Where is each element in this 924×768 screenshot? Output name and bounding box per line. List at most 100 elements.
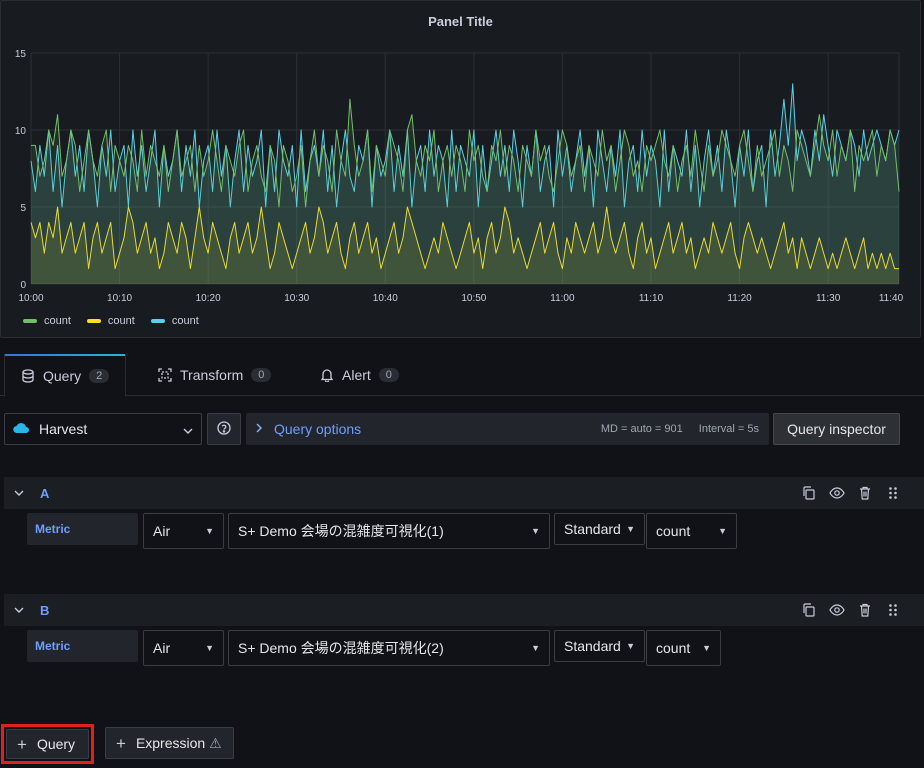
- x-tick-label: 11:40: [879, 293, 904, 304]
- query-row-actions: [801, 477, 901, 509]
- help-button[interactable]: [207, 413, 241, 445]
- datasource-name: Harvest: [39, 421, 88, 437]
- warning-icon: ⚠: [209, 734, 222, 751]
- tab-label: Alert: [342, 367, 371, 383]
- x-tick-label: 10:10: [107, 293, 132, 304]
- datasource-picker[interactable]: Harvest: [4, 413, 202, 445]
- tab-label: Query: [43, 368, 82, 384]
- legend-label: count: [44, 315, 71, 327]
- x-tick-label: 10:30: [284, 293, 309, 304]
- caret-down-icon: ▼: [702, 643, 711, 653]
- max-datapoints-text: MD = auto = 901: [600, 423, 683, 435]
- query-letter[interactable]: A: [40, 486, 49, 501]
- x-tick-label: 10:20: [196, 293, 221, 304]
- chevron-right-icon: [256, 422, 262, 436]
- aggregation-select[interactable]: count ▼: [646, 513, 737, 549]
- drag-handle-icon[interactable]: [885, 602, 901, 618]
- level-select[interactable]: Standard ▼: [554, 513, 645, 545]
- legend-label: count: [107, 315, 135, 327]
- tab-transform[interactable]: Transform 0: [142, 354, 287, 396]
- copy-icon[interactable]: [801, 602, 817, 618]
- query-letter[interactable]: B: [40, 603, 49, 618]
- time-series-chart: 0 5 10 15 10:00 10:10 10:20 10:30 10:40 10:50 11:0…: [15, 49, 904, 304]
- tab-alert[interactable]: Alert 0: [304, 354, 415, 396]
- caret-down-icon: ▼: [205, 526, 214, 536]
- legend-swatch: [150, 319, 165, 323]
- chevron-down-icon[interactable]: [4, 487, 34, 499]
- tab-count: 0: [378, 368, 399, 382]
- drag-handle-icon[interactable]: [885, 485, 901, 501]
- chevron-down-icon[interactable]: [4, 604, 34, 616]
- level-select-value: Standard: [564, 638, 621, 654]
- caret-down-icon: ▼: [205, 643, 214, 653]
- aggregation-select-value: count: [656, 523, 691, 539]
- target-select-value: S+ Demo 会場の混雑度可視化(1): [238, 523, 444, 539]
- metric-label: Metric: [27, 630, 138, 662]
- bell-icon: [320, 368, 334, 382]
- tab-count: 2: [89, 369, 110, 383]
- query-options-label[interactable]: Query options: [274, 421, 361, 437]
- query-row-header[interactable]: A: [4, 477, 924, 509]
- x-tick-label: 11:10: [639, 293, 664, 304]
- type-select[interactable]: Air ▼: [143, 630, 224, 666]
- x-tick-label: 10:50: [461, 293, 486, 304]
- x-tick-label: 10:00: [18, 293, 43, 304]
- y-tick-label: 15: [15, 49, 27, 60]
- add-query-label: Query: [36, 736, 76, 752]
- metric-label: Metric: [27, 513, 138, 545]
- panel: Panel Title 0 5 10 15 10:00 10:10 10:20 10:30 10…: [0, 0, 921, 338]
- aggregation-select[interactable]: count ▼: [646, 630, 721, 666]
- caret-down-icon: ▼: [531, 526, 540, 536]
- y-tick-label: 0: [20, 280, 26, 291]
- legend: count count count: [23, 315, 199, 327]
- add-expression-label: Expression ⚠: [136, 735, 222, 752]
- cloud-icon: [13, 421, 29, 437]
- transform-icon: [158, 368, 172, 382]
- tab-label: Transform: [180, 367, 244, 383]
- tab-query[interactable]: Query 2: [4, 354, 127, 397]
- target-select-value: S+ Demo 会場の混雑度可視化(2): [238, 640, 444, 656]
- query-row-header[interactable]: B: [4, 594, 924, 626]
- caret-down-icon: ▼: [626, 524, 635, 534]
- add-expression-text: Expression: [135, 734, 206, 751]
- y-tick-label: 10: [15, 126, 27, 137]
- trash-icon[interactable]: [857, 602, 873, 618]
- x-tick-label: 11:20: [727, 293, 752, 304]
- target-select[interactable]: S+ Demo 会場の混雑度可視化(2) ▼: [228, 630, 550, 666]
- x-tick-label: 10:40: [373, 293, 398, 304]
- type-select[interactable]: Air ▼: [143, 513, 224, 549]
- legend-item[interactable]: count: [23, 315, 71, 327]
- plus-icon: +: [17, 734, 27, 754]
- level-select[interactable]: Standard ▼: [554, 630, 645, 662]
- target-select[interactable]: S+ Demo 会場の混雑度可視化(1) ▼: [228, 513, 550, 549]
- eye-icon[interactable]: [829, 602, 845, 618]
- caret-down-icon: ▼: [531, 643, 540, 653]
- query-inspector-button[interactable]: Query inspector: [773, 413, 900, 445]
- legend-swatch: [86, 319, 101, 323]
- add-query-highlight: + Query: [1, 724, 94, 764]
- copy-icon[interactable]: [801, 485, 817, 501]
- level-select-value: Standard: [564, 521, 621, 537]
- legend-item[interactable]: count: [86, 315, 135, 327]
- legend-label: count: [171, 315, 199, 327]
- legend-swatch: [23, 319, 37, 323]
- add-query-button[interactable]: + Query: [6, 729, 89, 759]
- aggregation-select-value: count: [656, 640, 691, 656]
- type-select-value: Air: [153, 523, 171, 539]
- database-icon: [21, 369, 35, 383]
- chevron-down-icon: [183, 421, 193, 437]
- plus-icon: +: [116, 733, 126, 753]
- query-options-bar[interactable]: Query options MD = auto = 901 Interval =…: [246, 413, 769, 445]
- legend-item[interactable]: count: [150, 315, 199, 327]
- x-tick-label: 11:00: [550, 293, 575, 304]
- editor-tabs: Query 2 Transform 0 Alert 0: [0, 354, 924, 397]
- y-tick-label: 5: [20, 203, 26, 214]
- query-row-actions: [801, 594, 901, 626]
- interval-text: Interval = 5s: [698, 423, 759, 435]
- add-expression-button[interactable]: + Expression ⚠: [105, 727, 234, 759]
- trash-icon[interactable]: [857, 485, 873, 501]
- tab-count: 0: [251, 368, 272, 382]
- question-circle-icon: [217, 420, 231, 438]
- eye-icon[interactable]: [829, 485, 845, 501]
- query-options-meta: MD = auto = 901 Interval = 5s: [601, 423, 759, 435]
